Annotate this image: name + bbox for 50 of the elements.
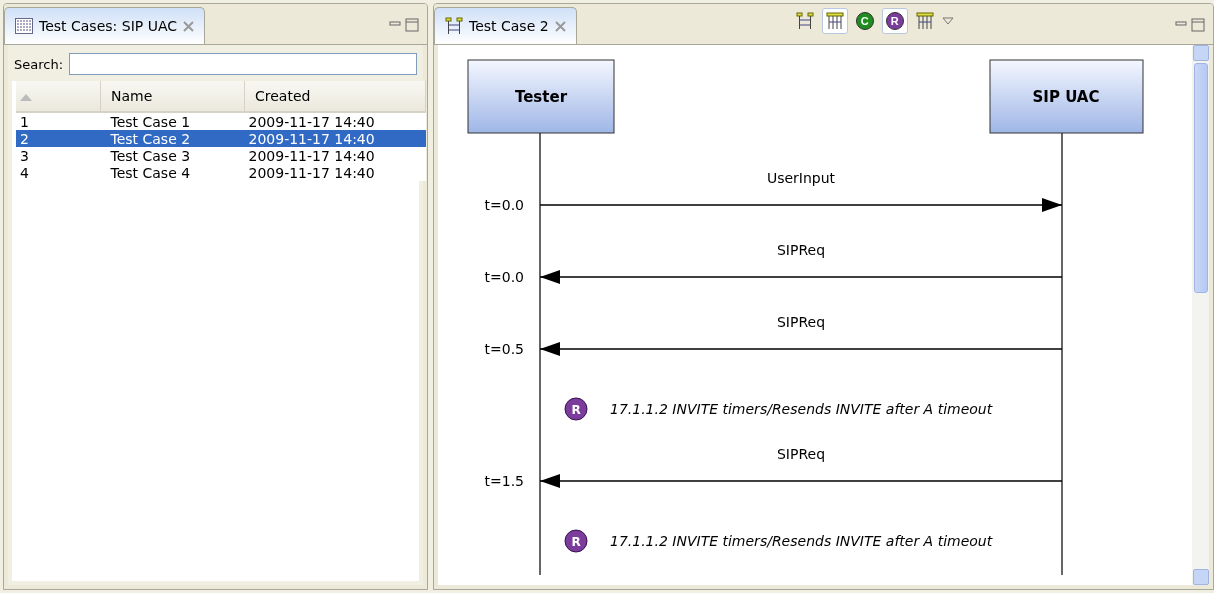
table-cell[interactable]: Test Case 3: [100, 147, 245, 164]
minimize-icon[interactable]: [389, 21, 401, 29]
message-label: SIPReq: [776, 242, 826, 258]
table-cell[interactable]: Test Case 4: [100, 164, 245, 181]
close-icon[interactable]: [183, 20, 194, 32]
search-label: Search:: [14, 56, 64, 72]
column-header[interactable]: Created: [244, 81, 426, 112]
filter-button[interactable]: R: [881, 8, 908, 34]
message-arrow[interactable]: [539, 474, 1063, 488]
sequence-icon: [445, 17, 463, 35]
table-cell[interactable]: Test Case 1: [100, 112, 245, 130]
lifeline-header[interactable]: Tester: [467, 59, 615, 134]
dropdown-icon[interactable]: [941, 17, 954, 25]
filter-button[interactable]: C: [851, 8, 878, 34]
table-cell[interactable]: 1: [16, 112, 101, 130]
table-cell[interactable]: Test Case 2: [100, 130, 245, 147]
scrollbar[interactable]: [1192, 45, 1209, 585]
message-label: UserInput: [766, 170, 836, 186]
message-arrow[interactable]: [539, 198, 1063, 212]
table-cell[interactable]: 4: [16, 164, 101, 181]
table-icon: [15, 18, 33, 34]
requirement-text: 17.1.1.2 INVITE timers/Resends INVITE after A timeout: [610, 533, 993, 549]
requirement-text: 17.1.1.2 INVITE timers/Resends INVITE after A timeout: [610, 401, 993, 417]
time-label: t=0.0: [484, 197, 524, 213]
table-cell[interactable]: 2009-11-17 14:40: [244, 130, 426, 147]
search-field[interactable]: [69, 53, 417, 75]
editor-tab[interactable]: Test Case 2: [434, 7, 577, 44]
table-cell[interactable]: 2009-11-17 14:40: [244, 147, 426, 164]
table-cell[interactable]: 2: [16, 130, 101, 147]
maximize-icon[interactable]: [405, 18, 419, 32]
message-label: SIPReq: [776, 314, 826, 330]
minimize-icon[interactable]: [1175, 21, 1187, 29]
message-arrow[interactable]: [539, 270, 1063, 284]
message-arrow[interactable]: [539, 342, 1063, 356]
view-tab[interactable]: Test Cases: SIP UAC: [4, 7, 205, 44]
time-label: t=0.5: [484, 341, 524, 357]
lifelines-button[interactable]: [821, 8, 848, 34]
sort-up-icon: [20, 94, 32, 101]
time-label: t=1.5: [484, 473, 524, 489]
time-label: t=0.0: [484, 269, 524, 285]
message-label: SIPReq: [776, 446, 826, 462]
lifeline-header[interactable]: SIP UAC: [989, 59, 1144, 134]
table-cell[interactable]: 2009-11-17 14:40: [244, 112, 426, 130]
close-icon[interactable]: [554, 20, 566, 32]
table-cell[interactable]: 3: [16, 147, 101, 164]
table-cell[interactable]: 2009-11-17 14:40: [244, 164, 426, 181]
requirement-badge-icon: R: [564, 397, 588, 421]
maximize-icon[interactable]: [1191, 18, 1205, 32]
column-header[interactable]: Name: [100, 81, 245, 112]
requirement-badge-icon: R: [564, 529, 588, 553]
